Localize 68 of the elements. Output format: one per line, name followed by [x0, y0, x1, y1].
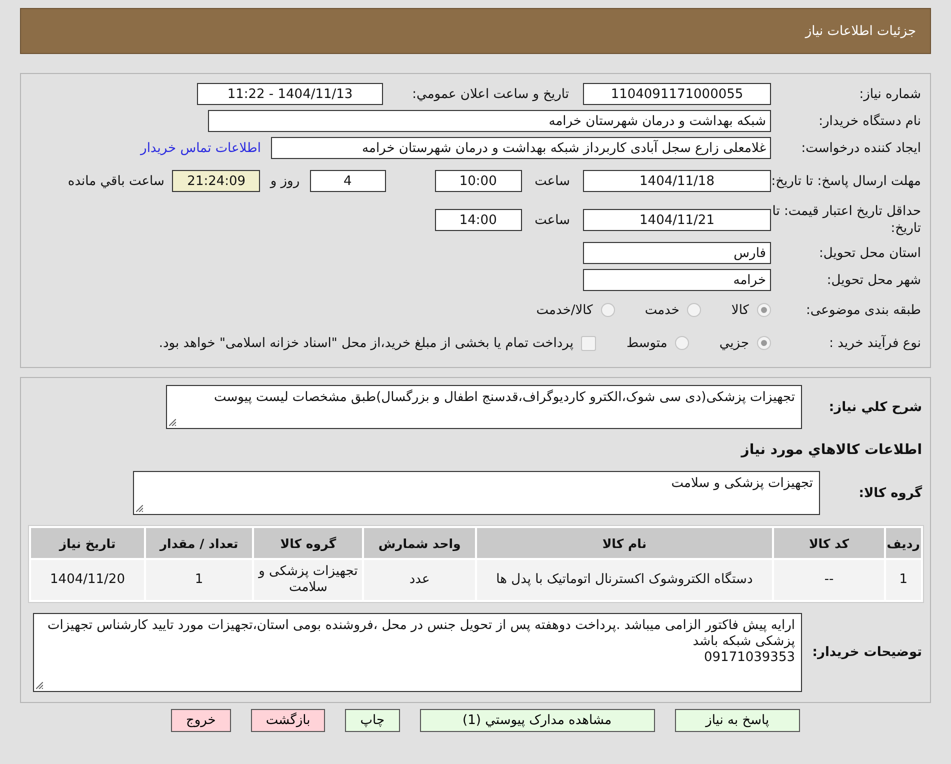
reply-time-field: 10:00 [434, 170, 522, 192]
action-button[interactable]: پاسخ به نیاز [674, 709, 800, 732]
time-label: ساعت [534, 212, 570, 228]
column-header: نام کالا [476, 528, 772, 558]
radio-label: خدمت [644, 302, 680, 318]
remaining-time-field: 21:24:09 [172, 170, 260, 192]
time-label: ساعت [534, 174, 570, 188]
column-header: واحد شمارش [364, 528, 475, 558]
resize-grip-icon[interactable] [169, 419, 176, 426]
table-cell: 1404/11/20 [31, 560, 144, 600]
buyer-org-field: شبکه بهداشت و درمان شهرستان خرامه [208, 110, 771, 132]
validity-date-field: 1404/11/21 [583, 209, 771, 231]
delivery-field: فارس [583, 242, 771, 264]
action-button[interactable]: چاپ [345, 709, 400, 732]
field-label: شهر محل تحویل: [826, 272, 921, 288]
field-label: نوع فرآیند خرید : [828, 334, 921, 352]
table-cell: تجهیزات پزشکی و سلامت [254, 560, 362, 600]
column-header: تعداد / مقدار [146, 528, 252, 558]
announce-date-field: 1404/11/13 - 11:22 [197, 83, 383, 105]
field-label: طبقه بندی موضوعی: [804, 302, 921, 318]
field-label: مهلت ارسال پاسخ: تا تاریخ: [771, 172, 921, 190]
treasury-note: پرداخت تمام یا بخشی از مبلغ خرید،از محل "اسناد خزانه اسلامی" خواهد بود. [158, 336, 574, 350]
radio-button[interactable] [687, 303, 702, 317]
checkbox[interactable] [581, 336, 596, 350]
action-button[interactable]: خروج [170, 709, 231, 732]
resize-grip-icon[interactable] [136, 505, 143, 512]
radio-button[interactable] [600, 303, 615, 317]
field-label: توضیحات خریدار: [811, 644, 922, 661]
delivery-field: خرامه [583, 269, 771, 291]
field-label: ایجاد کننده درخواست: [800, 140, 921, 156]
table-cell: 1 [886, 560, 921, 600]
radio-label: کالا [731, 302, 749, 318]
field-label: گروه کالا: [858, 484, 922, 502]
action-button[interactable]: مشاهده مدارک پیوستي (1) [420, 709, 655, 732]
radio-button[interactable] [757, 303, 771, 317]
table-cell: -- [774, 560, 884, 600]
reply-date-field: 1404/11/18 [583, 170, 771, 192]
page-title: جزئیات اطلاعات نیاز [805, 24, 916, 38]
radio-button[interactable] [757, 336, 771, 350]
field-label: استان محل تحویل: [818, 244, 921, 262]
buyer-contact-link[interactable]: اطلاعات تماس خریدار [140, 140, 261, 156]
field-label: شرح کلي نیاز: [828, 398, 922, 416]
field-label: تاریخ و ساعت اعلان عمومي: [411, 86, 570, 102]
field-label: حداقل تاریخ اعتبار قیمت: تا تاریخ: [771, 203, 921, 237]
radio-label: جزيي [719, 336, 749, 350]
goods-group-box: تجهیزات پزشکی و سلامت [133, 471, 820, 515]
table-cell: دستگاه الکتروشوک اکسترنال اتوماتیک با پدل ها [476, 560, 772, 600]
validity-time-field: 14:00 [434, 209, 522, 231]
table-cell: عدد [364, 560, 475, 600]
field-label: نام دستگاه خریدار: [818, 112, 921, 130]
column-header: ردیف [886, 528, 921, 558]
need-number-field: 1104091171000055 [583, 83, 771, 105]
table-cell: 1 [146, 560, 252, 600]
resize-grip-icon[interactable] [36, 682, 43, 689]
field-label: شماره نیاز: [858, 86, 921, 102]
days-label: روز و [270, 174, 300, 188]
radio-button[interactable] [675, 336, 690, 350]
remaining-label: ساعت باقي مانده [68, 174, 164, 188]
column-header: تاریخ نیاز [31, 528, 144, 558]
action-button[interactable]: بازگشت [250, 709, 326, 732]
days-field: 4 [310, 170, 386, 192]
section-heading: اطلاعات کالاهاي مورد نیاز [741, 442, 922, 458]
column-header: کد کالا [774, 528, 884, 558]
radio-label: متوسط [626, 336, 668, 350]
description-box: تجهیزات پزشکی(دی سی شوک،الکترو کاردیوگراف،قدسنج اطفال و بزرگسال)طبق مشخصات لیست پیوست [166, 385, 802, 429]
requester-field: غلامعلی زارع سجل آبادی کاربرداز شبکه بهداشت و درمان شهرستان خرامه [271, 137, 771, 159]
radio-label: کالا/خدمت [536, 302, 593, 318]
column-header: گروه کالا [254, 528, 362, 558]
